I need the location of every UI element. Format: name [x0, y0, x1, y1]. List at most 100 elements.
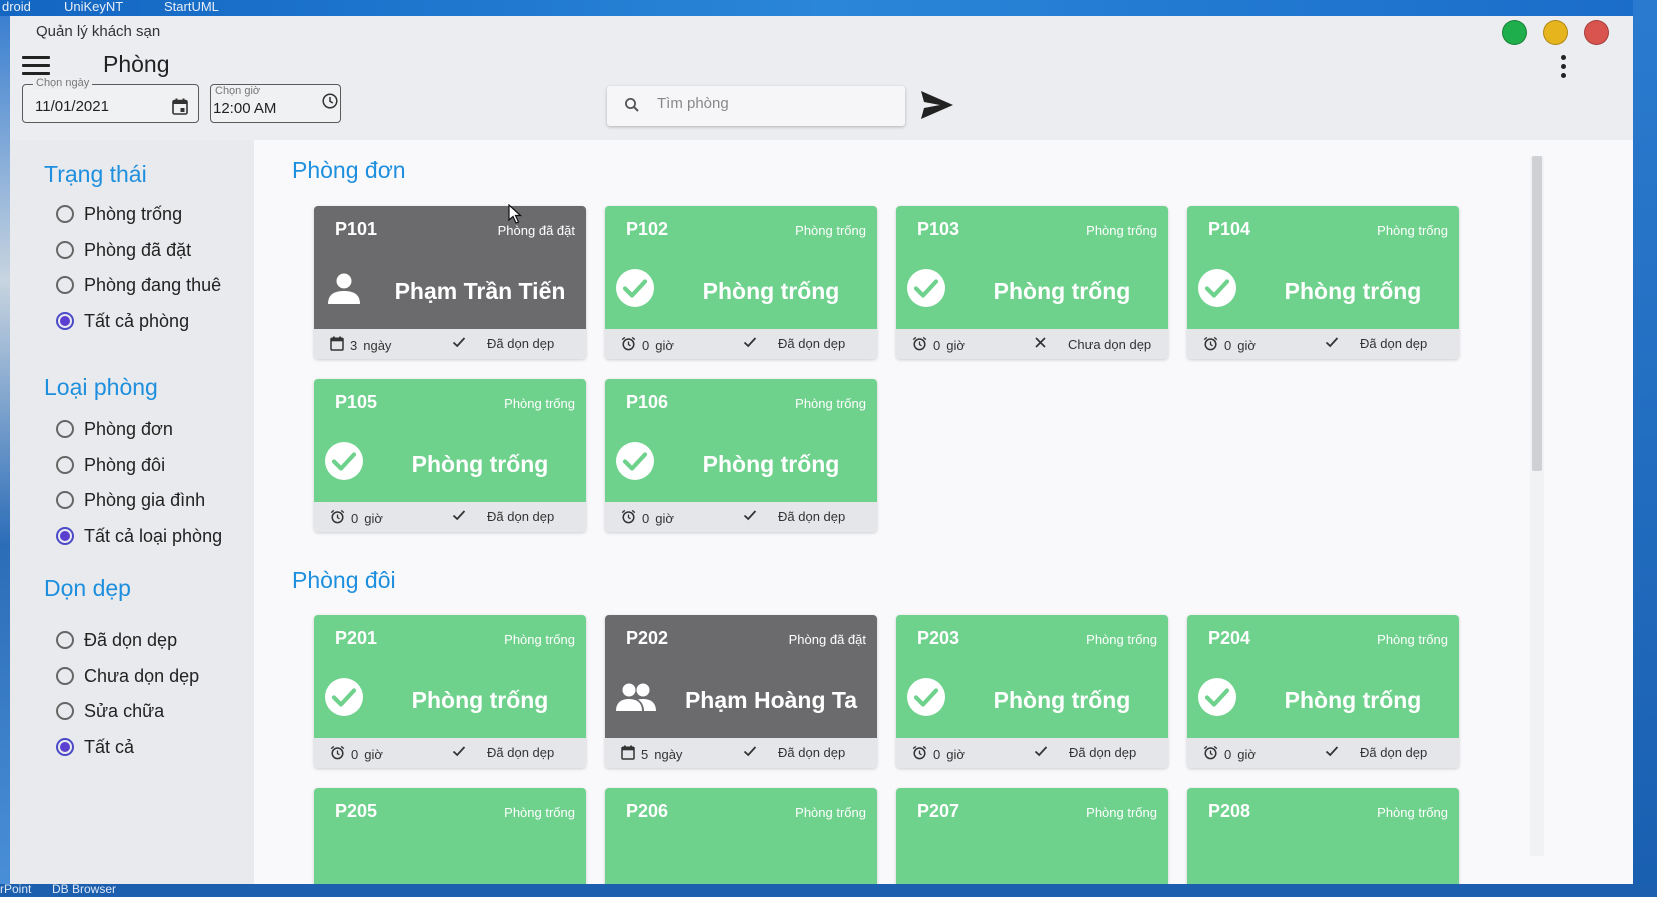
cleaning-status: Đã dọn dẹp	[1360, 336, 1428, 351]
check-icon	[452, 745, 487, 760]
check-circle-icon	[615, 441, 655, 481]
alarm-icon	[621, 336, 642, 354]
radio-clean-repair[interactable]: Sửa chữa	[56, 699, 164, 723]
cleaning-status: Đã dọn dẹp	[1360, 745, 1428, 760]
calendar-icon	[330, 336, 350, 354]
radio-status-all[interactable]: Tất cả phòng	[56, 309, 189, 333]
check-circle-icon	[324, 677, 364, 717]
cleaning-status: Đã dọn dẹp	[778, 745, 846, 760]
alarm-icon	[1203, 336, 1224, 354]
alarm-icon	[621, 509, 642, 527]
maximize-button[interactable]	[1502, 20, 1527, 45]
check-circle-icon	[324, 441, 364, 481]
cleaning-status: Đã dọn dẹp	[778, 509, 846, 524]
more-options-icon[interactable]	[1556, 54, 1570, 80]
desktop-left-strip	[0, 16, 10, 897]
window-title: Quản lý khách sạn	[36, 23, 161, 40]
search-bar[interactable]	[607, 86, 905, 126]
room-card-p103[interactable]: P103 Phòng trống Phòng trống 0 giờ Chưa dọn d…	[896, 206, 1168, 359]
room-status: Phòng trống	[504, 805, 575, 820]
radio-clean-not-done[interactable]: Chưa dọn dẹp	[56, 664, 199, 688]
room-card-p105[interactable]: P105 Phòng trống Phòng trống 0 giờ Đã dọn dẹp	[314, 379, 586, 532]
radio-status-renting[interactable]: Phòng đang thuê	[56, 273, 221, 297]
minimize-button[interactable]	[1543, 20, 1568, 45]
card-footer: 0 giờ Đã dọn dẹp	[314, 502, 586, 532]
search-input[interactable]	[657, 95, 887, 112]
radio-type-single[interactable]: Phòng đơn	[56, 417, 173, 441]
card-header: P105 Phòng trống Phòng trống	[314, 379, 586, 502]
room-main-label: Phòng trống	[411, 451, 549, 477]
date-label: Chọn ngày	[33, 77, 93, 89]
radio-type-family[interactable]: Phòng gia đình	[56, 488, 205, 512]
room-card-p205[interactable]: P205 Phòng trống	[314, 788, 586, 884]
room-status: Phòng đã đặt	[788, 632, 866, 647]
duration-unit: giờ	[946, 746, 965, 762]
alarm-icon	[912, 745, 933, 763]
room-card-p101[interactable]: P101 Phòng đã đặt Phạm Trần Tiến 3 ngày Đã dọ…	[314, 206, 586, 359]
room-card-p106[interactable]: P106 Phòng trống Phòng trống 0 giờ Đã dọn dẹp	[605, 379, 877, 532]
room-code: P201	[335, 628, 378, 648]
calendar-icon[interactable]	[172, 98, 188, 120]
radio-clean-all[interactable]: Tất cả	[56, 735, 134, 759]
room-code: P102	[626, 219, 669, 239]
check-circle-icon	[906, 677, 946, 717]
room-card-p102[interactable]: P102 Phòng trống Phòng trống 0 giờ Đã dọn dẹp	[605, 206, 877, 359]
room-card-p203[interactable]: P203 Phòng trống Phòng trống 0 giờ Đã dọn dẹp	[896, 615, 1168, 768]
radio-type-double[interactable]: Phòng đôi	[56, 453, 165, 477]
room-card-p201[interactable]: P201 Phòng trống Phòng trống 0 giờ Đã dọn dẹp	[314, 615, 586, 768]
page-title: Phòng	[103, 51, 170, 77]
room-card-p208[interactable]: P208 Phòng trống	[1187, 788, 1459, 884]
radio-status-empty[interactable]: Phòng trống	[56, 202, 182, 226]
card-header: P101 Phòng đã đặt Phạm Trần Tiến	[314, 206, 586, 329]
date-picker-field[interactable]: Chọn ngày 11/01/2021	[22, 77, 199, 123]
card-footer: 0 giờ Chưa dọn dẹp	[896, 329, 1168, 359]
room-card-p204[interactable]: P204 Phòng trống Phòng trống 0 giờ Đã dọn dẹp	[1187, 615, 1459, 768]
room-card-p202[interactable]: P202 Phòng đã đặt Phạm Hoàng Ta 5 ngày Đã dọn…	[605, 615, 877, 768]
desktop-item: UniKeyNT	[64, 0, 124, 14]
card-header: P102 Phòng trống Phòng trống	[605, 206, 877, 329]
cleaning-status: Đã dọn dẹp	[778, 336, 846, 351]
room-status: Phòng trống	[795, 396, 866, 411]
room-status: Phòng trống	[504, 396, 575, 411]
card-header: P103 Phòng trống Phòng trống	[896, 206, 1168, 329]
room-card-p206[interactable]: P206 Phòng trống	[605, 788, 877, 884]
card-footer: 5 ngày Đã dọn dẹp	[605, 738, 877, 768]
card-footer: 0 giờ Đã dọn dẹp	[1187, 738, 1459, 768]
card-header: P205 Phòng trống	[314, 788, 586, 884]
desktop-item: rPoint	[0, 882, 32, 896]
desktop-right-strip	[1633, 0, 1657, 897]
check-icon	[743, 745, 778, 760]
radio-type-all[interactable]: Tất cả loại phòng	[56, 524, 222, 548]
desktop-item: droid	[2, 0, 31, 14]
duration-value: 0	[351, 510, 359, 526]
clock-icon[interactable]	[322, 93, 338, 114]
duration-unit: giờ	[364, 510, 383, 526]
close-icon	[1034, 336, 1068, 352]
room-card-p207[interactable]: P207 Phòng trống	[896, 788, 1168, 884]
room-status: Phòng trống	[795, 223, 866, 238]
check-icon	[452, 336, 487, 351]
radio-clean-done[interactable]: Đã dọn dẹp	[56, 628, 177, 652]
time-picker-field[interactable]: Chọn giờ 12:00 AM	[210, 84, 341, 123]
cleaning-status: Đã dọn dẹp	[1069, 745, 1137, 760]
group-title-single: Phòng đơn	[292, 157, 406, 183]
close-window-button[interactable]	[1584, 20, 1609, 45]
room-status: Phòng trống	[1377, 632, 1448, 647]
radio-status-booked[interactable]: Phòng đã đặt	[56, 238, 191, 262]
duration-unit: ngày	[363, 337, 392, 353]
card-header: P207 Phòng trống	[896, 788, 1168, 884]
duration-value: 0	[351, 746, 359, 762]
room-main-label: Phòng trống	[1284, 278, 1422, 304]
check-circle-icon	[615, 268, 655, 308]
time-value: 12:00 AM	[213, 100, 277, 117]
cleaning-status: Đã dọn dẹp	[487, 745, 555, 760]
room-code: P207	[917, 801, 960, 821]
room-main-label: Phòng trống	[702, 451, 840, 477]
room-card-p104[interactable]: P104 Phòng trống Phòng trống 0 giờ Đã dọn dẹp	[1187, 206, 1459, 359]
search-icon	[624, 97, 640, 118]
scrollbar-thumb[interactable]	[1532, 156, 1542, 471]
card-footer: 3 ngày Đã dọn dẹp	[314, 329, 586, 359]
room-code: P202	[626, 628, 669, 648]
room-status: Phòng trống	[1086, 805, 1157, 820]
send-icon[interactable]	[918, 88, 956, 122]
